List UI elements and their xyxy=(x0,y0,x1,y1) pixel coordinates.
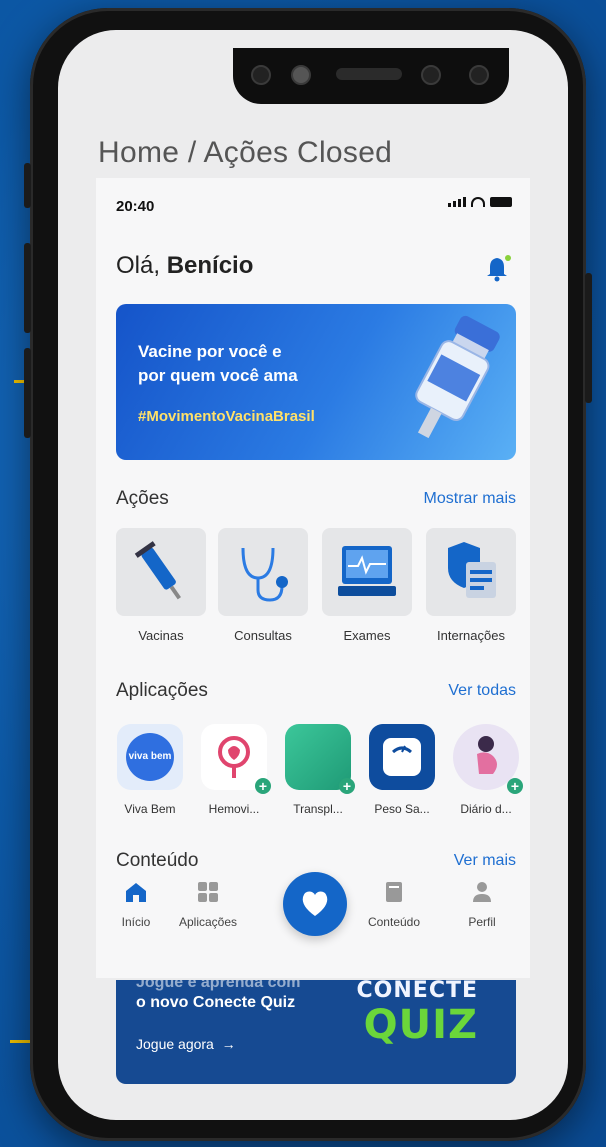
side-button xyxy=(585,273,592,403)
vaccine-banner[interactable]: Vacine por você e por quem você ama #Mov… xyxy=(116,304,516,460)
apps-more-link[interactable]: Ver todas xyxy=(448,682,516,700)
document-icon xyxy=(386,882,402,902)
shield-document-icon xyxy=(448,542,496,598)
app-peso-saudavel[interactable]: Peso Sa... xyxy=(362,724,442,816)
action-hospitalizations[interactable]: Internações xyxy=(425,528,517,643)
syringe-icon xyxy=(134,541,181,600)
camera-icon xyxy=(251,65,271,85)
add-icon: + xyxy=(507,778,523,794)
app-label: Hemovi... xyxy=(208,802,260,816)
nav-home[interactable]: Início xyxy=(96,880,176,929)
action-exams[interactable]: Exames xyxy=(321,528,413,643)
greeting: Olá, Benício xyxy=(116,252,253,280)
quiz-brand-top: CONECTE xyxy=(356,980,478,1003)
action-consultations[interactable]: Consultas xyxy=(217,528,309,643)
actions-more-link[interactable]: Mostrar mais xyxy=(424,490,516,508)
app-label: Viva Bem xyxy=(124,802,176,816)
app-diario[interactable]: + Diário d... xyxy=(446,724,526,816)
apps-title: Aplicações xyxy=(116,680,208,701)
camera-icon xyxy=(421,65,441,85)
speaker-grille xyxy=(336,68,402,80)
grid-icon xyxy=(198,882,218,902)
banner-hashtag: #MovimentoVacinaBrasil xyxy=(138,408,315,425)
content-title: Conteúdo xyxy=(116,850,199,871)
greeting-name: Benício xyxy=(166,252,254,279)
nav-label: Início xyxy=(121,915,151,929)
greeting-hello: Olá, xyxy=(116,252,161,279)
user-icon xyxy=(473,882,491,902)
home-icon xyxy=(126,883,146,902)
content-more-link[interactable]: Ver mais xyxy=(454,852,516,870)
quiz-brand-bottom: QUIZ xyxy=(363,1002,478,1048)
app-label: Transpl... xyxy=(293,802,343,816)
bell-icon[interactable] xyxy=(486,254,512,282)
monitor-icon xyxy=(338,546,396,596)
action-label: Internações xyxy=(437,628,505,643)
nav-apps[interactable]: Aplicações xyxy=(168,880,248,929)
app-screen-card: 20:40 Olá, Benício Vacine por você e por… xyxy=(96,178,530,978)
side-button xyxy=(24,243,31,333)
nav-profile[interactable]: Perfil xyxy=(442,880,522,929)
side-button xyxy=(24,163,31,208)
action-vaccines[interactable]: Vacinas xyxy=(115,528,207,643)
favorites-button[interactable] xyxy=(283,872,347,936)
quiz-line-2: o novo Conecte Quiz xyxy=(136,994,296,1011)
nav-content[interactable]: Conteúdo xyxy=(354,880,434,929)
status-time: 20:40 xyxy=(116,198,155,215)
actions-title: Ações xyxy=(116,488,169,509)
camera-icon xyxy=(291,65,311,85)
app-viva-bem[interactable]: viva bem Viva Bem xyxy=(110,724,190,816)
banner-line-2: por quem você ama xyxy=(138,366,298,385)
heart-icon xyxy=(302,891,328,916)
app-transplante[interactable]: + Transpl... xyxy=(278,724,358,816)
bottom-nav: Início Aplicações Conteúdo Perfil xyxy=(96,872,530,962)
app-hemovida[interactable]: + Hemovi... xyxy=(194,724,274,816)
add-icon: + xyxy=(339,778,355,794)
nav-label: Conteúdo xyxy=(367,915,421,929)
stethoscope-icon xyxy=(241,547,288,602)
action-label: Exames xyxy=(343,628,391,643)
add-icon: + xyxy=(255,778,271,794)
status-icons xyxy=(448,197,512,207)
vaccine-vial-icon xyxy=(415,315,500,439)
quiz-cta[interactable]: Jogue agora → xyxy=(136,1036,236,1052)
signal-icon xyxy=(448,197,466,207)
app-label: Diário d... xyxy=(460,802,512,816)
page-title: Home / Ações Closed xyxy=(98,136,393,169)
quiz-cta-label: Jogue agora xyxy=(136,1036,214,1052)
side-button xyxy=(24,348,31,438)
action-label: Vacinas xyxy=(138,628,184,643)
quiz-banner[interactable]: Jogue e aprenda com o novo Conecte Quiz … xyxy=(116,980,516,1084)
action-label: Consultas xyxy=(234,628,292,643)
accent-line-bottom xyxy=(10,1040,30,1043)
battery-icon xyxy=(490,197,512,207)
camera-icon xyxy=(469,65,489,85)
wifi-icon xyxy=(471,197,485,207)
scale-icon xyxy=(383,738,421,776)
banner-line-1: Vacine por você e xyxy=(138,342,282,361)
nav-label: Perfil xyxy=(468,915,496,929)
arrow-right-icon: → xyxy=(217,1036,236,1052)
app-label: Peso Sa... xyxy=(374,802,430,816)
phone-screen: Home / Ações Closed 20:40 Olá, Benício V… xyxy=(58,30,568,1120)
nav-label: Aplicações xyxy=(178,915,238,929)
notch xyxy=(233,48,509,104)
quiz-line-1: Jogue e aprenda com xyxy=(136,980,301,991)
viva-bem-logo: viva bem xyxy=(126,733,174,781)
